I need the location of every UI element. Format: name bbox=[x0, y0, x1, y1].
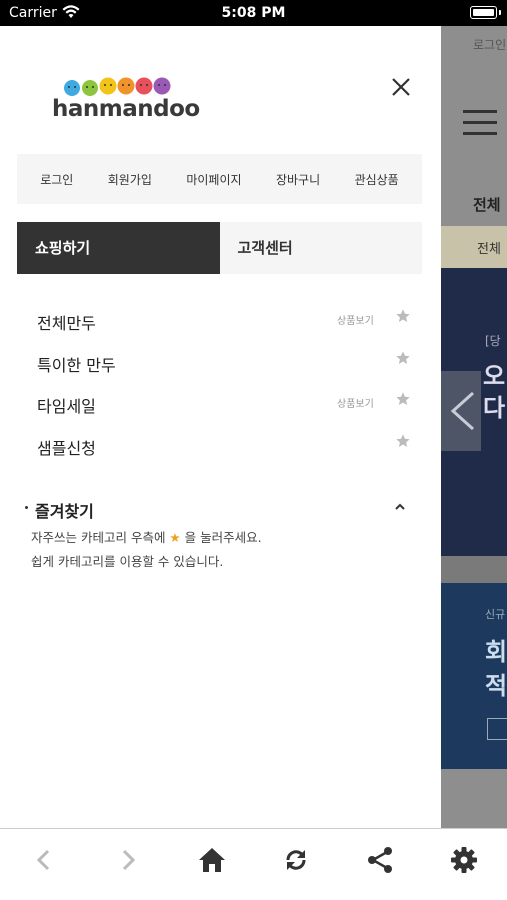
battery-icon bbox=[470, 6, 501, 19]
star-icon[interactable] bbox=[395, 308, 411, 324]
status-bar: Carrier 5:08 PM bbox=[0, 0, 507, 26]
tab-customer-center[interactable]: 고객센터 bbox=[219, 222, 422, 274]
bg-banner-label: [당 bbox=[485, 334, 501, 348]
settings-button[interactable] bbox=[449, 845, 479, 875]
top-nav: 로그인 회원가입 마이페이지 장바구니 관심상품 bbox=[17, 154, 422, 204]
bg-login-link: 로그인 bbox=[473, 38, 507, 52]
category-label[interactable]: 특이한 만두 bbox=[37, 352, 116, 376]
close-button[interactable] bbox=[388, 74, 414, 100]
nav-wishlist-link[interactable]: 관심상품 bbox=[355, 171, 399, 188]
bg-banner-secondary-heading: 회 적 bbox=[485, 638, 507, 700]
category-label[interactable]: 샘플신청 bbox=[37, 435, 96, 459]
home-icon bbox=[199, 848, 225, 872]
tab-shopping[interactable]: 쇼핑하기 bbox=[17, 222, 220, 274]
forward-button[interactable] bbox=[113, 845, 143, 875]
bg-carousel-prev bbox=[441, 371, 481, 451]
star-icon[interactable] bbox=[395, 433, 411, 449]
bullet bbox=[25, 506, 28, 509]
favorites-header[interactable]: 즐겨찾기 bbox=[17, 494, 422, 522]
bg-banner-secondary-label: 신규 bbox=[485, 608, 506, 621]
favorites-description: 자주쓰는 카테고리 우측에 ★ 을 눌러주세요. 쉽게 카테고리를 이용할 수 … bbox=[31, 526, 262, 574]
underlying-page[interactable]: 로그인 전체 전체 [당 오 다 신규 회 적 bbox=[441, 26, 507, 828]
refresh-button[interactable] bbox=[281, 845, 311, 875]
bg-gap bbox=[441, 556, 507, 583]
nav-signup-link[interactable]: 회원가입 bbox=[108, 171, 152, 188]
side-drawer: hanmandoo 로그인 회원가입 마이페이지 장바구니 관심상품 쇼핑하기 … bbox=[0, 26, 441, 828]
share-button[interactable] bbox=[365, 845, 395, 875]
category-label[interactable]: 타임세일 bbox=[37, 393, 96, 417]
favorites-desc-text: 자주쓰는 카테고리 우측에 bbox=[31, 530, 170, 545]
category-item[interactable]: 타임세일 상품보기 bbox=[17, 385, 422, 427]
chevron-left-icon bbox=[450, 391, 475, 431]
back-arrow-icon bbox=[36, 849, 50, 871]
gear-icon bbox=[451, 847, 477, 873]
bottom-toolbar bbox=[0, 828, 507, 900]
favorites-desc-line2: 쉽게 카테고리를 이용할 수 있습니다. bbox=[31, 554, 224, 569]
bg-banner-button bbox=[487, 718, 507, 740]
nav-login-link[interactable]: 로그인 bbox=[40, 171, 73, 188]
star-icon[interactable] bbox=[395, 350, 411, 366]
bg-banner-heading: 오 다 bbox=[483, 362, 506, 423]
nav-cart-link[interactable]: 장바구니 bbox=[276, 171, 320, 188]
bg-strip-label: 전체 bbox=[477, 242, 501, 257]
category-item[interactable]: 특이한 만두 bbox=[17, 344, 422, 386]
star-icon[interactable] bbox=[395, 391, 411, 407]
view-products-link[interactable]: 상품보기 bbox=[337, 395, 374, 410]
favorites-title: 즐겨찾기 bbox=[35, 502, 94, 521]
view-products-link[interactable]: 상품보기 bbox=[337, 312, 374, 327]
favorites-desc-text: 을 눌러주세요. bbox=[180, 530, 262, 545]
chevron-up-icon[interactable] bbox=[393, 500, 407, 514]
logo[interactable]: hanmandoo bbox=[52, 72, 200, 122]
refresh-icon bbox=[286, 850, 306, 870]
category-item[interactable]: 전체만두 상품보기 bbox=[17, 302, 422, 344]
bg-bottom bbox=[441, 769, 507, 828]
nav-mypage-link[interactable]: 마이페이지 bbox=[186, 171, 241, 188]
favorites-desc-line1: 자주쓰는 카테고리 우측에 ★ 을 눌러주세요. bbox=[31, 526, 262, 550]
back-button[interactable] bbox=[29, 845, 59, 875]
star-icon: ★ bbox=[169, 530, 181, 545]
forward-arrow-icon bbox=[122, 849, 136, 871]
logo-wordmark: hanmandoo bbox=[52, 96, 200, 122]
bg-tab-label: 전체 bbox=[473, 196, 501, 214]
category-label[interactable]: 전체만두 bbox=[37, 310, 96, 334]
drawer-tabs: 쇼핑하기 고객센터 bbox=[17, 222, 422, 274]
category-list: 전체만두 상품보기 특이한 만두 타임세일 상품보기 샘플신청 bbox=[17, 302, 422, 468]
hamburger-icon bbox=[463, 110, 497, 143]
home-button[interactable] bbox=[197, 845, 227, 875]
share-icon bbox=[368, 847, 392, 873]
close-icon bbox=[392, 78, 410, 96]
clock: 5:08 PM bbox=[221, 5, 286, 21]
category-item[interactable]: 샘플신청 bbox=[17, 427, 422, 469]
